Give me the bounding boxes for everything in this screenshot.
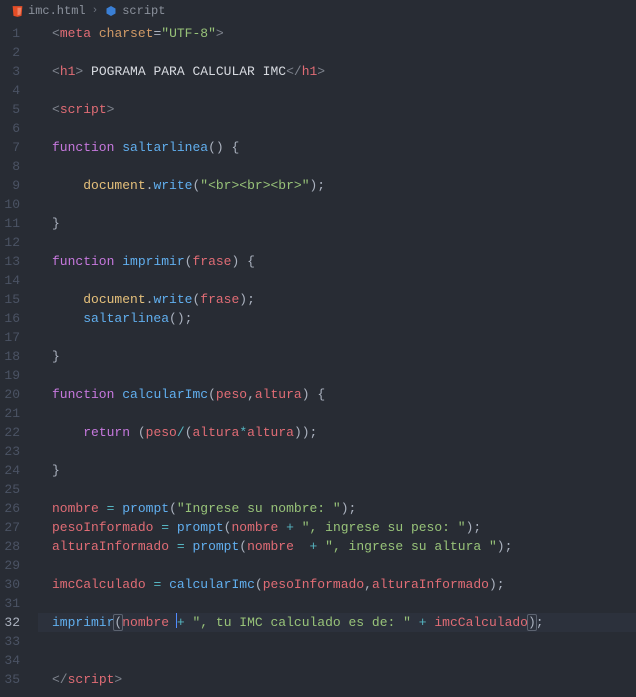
line-number: 21	[0, 404, 38, 423]
line-number: 15	[0, 290, 38, 309]
code-editor[interactable]: 1234567891011121314151617181920212223242…	[0, 22, 636, 689]
code-line[interactable]: function calcularImc(peso,altura) {	[38, 385, 636, 404]
line-number: 10	[0, 195, 38, 214]
code-line[interactable]: }	[38, 461, 636, 480]
line-number: 16	[0, 309, 38, 328]
line-number: 23	[0, 442, 38, 461]
line-number: 29	[0, 556, 38, 575]
code-line[interactable]	[38, 43, 636, 62]
breadcrumb[interactable]: imc.html › script	[0, 0, 636, 22]
line-number: 19	[0, 366, 38, 385]
code-line[interactable]: return (peso/(altura*altura));	[38, 423, 636, 442]
line-number: 25	[0, 480, 38, 499]
code-line[interactable]: <script>	[38, 100, 636, 119]
line-number: 2	[0, 43, 38, 62]
code-line[interactable]: saltarlinea();	[38, 309, 636, 328]
code-line[interactable]	[38, 271, 636, 290]
line-number: 6	[0, 119, 38, 138]
code-area[interactable]: <meta charset="UTF-8"> <h1> POGRAMA PARA…	[38, 22, 636, 689]
breadcrumb-sub[interactable]: script	[122, 4, 165, 18]
line-number: 8	[0, 157, 38, 176]
code-line[interactable]	[38, 594, 636, 613]
code-line[interactable]: nombre = prompt("Ingrese su nombre: ");	[38, 499, 636, 518]
code-line[interactable]	[38, 404, 636, 423]
line-number: 18	[0, 347, 38, 366]
code-line[interactable]	[38, 119, 636, 138]
chevron-right-icon: ›	[92, 5, 99, 17]
code-line[interactable]	[38, 366, 636, 385]
line-number: 11	[0, 214, 38, 233]
code-line[interactable]	[38, 556, 636, 575]
code-line[interactable]	[38, 328, 636, 347]
line-number: 5	[0, 100, 38, 119]
line-number: 9	[0, 176, 38, 195]
line-number: 30	[0, 575, 38, 594]
line-number: 4	[0, 81, 38, 100]
code-line[interactable]: </script>	[38, 670, 636, 689]
line-number: 28	[0, 537, 38, 556]
line-number: 14	[0, 271, 38, 290]
code-line[interactable]	[38, 632, 636, 651]
line-number: 35	[0, 670, 38, 689]
code-line[interactable]: }	[38, 214, 636, 233]
line-number: 22	[0, 423, 38, 442]
code-line[interactable]	[38, 195, 636, 214]
line-number: 13	[0, 252, 38, 271]
line-number: 24	[0, 461, 38, 480]
line-number: 1	[0, 24, 38, 43]
line-number-gutter: 1234567891011121314151617181920212223242…	[0, 22, 38, 689]
code-line[interactable]	[38, 233, 636, 252]
code-line[interactable]: <h1> POGRAMA PARA CALCULAR IMC</h1>	[38, 62, 636, 81]
code-line[interactable]	[38, 480, 636, 499]
line-number: 26	[0, 499, 38, 518]
line-number: 32	[0, 613, 38, 632]
code-line[interactable]: imcCalculado = calcularImc(pesoInformado…	[38, 575, 636, 594]
code-line[interactable]: function saltarlinea() {	[38, 138, 636, 157]
line-number: 31	[0, 594, 38, 613]
line-number: 17	[0, 328, 38, 347]
code-line[interactable]: <meta charset="UTF-8">	[38, 24, 636, 43]
code-line[interactable]: alturaInformado = prompt(nombre + ", ing…	[38, 537, 636, 556]
line-number: 27	[0, 518, 38, 537]
code-line[interactable]: }	[38, 347, 636, 366]
line-number: 7	[0, 138, 38, 157]
code-line[interactable]: pesoInformado = prompt(nombre + ", ingre…	[38, 518, 636, 537]
line-number: 20	[0, 385, 38, 404]
html5-file-icon	[10, 4, 24, 18]
line-number: 34	[0, 651, 38, 670]
code-line[interactable]: document.write("<br><br><br>");	[38, 176, 636, 195]
code-line[interactable]: function imprimir(frase) {	[38, 252, 636, 271]
code-line[interactable]	[38, 157, 636, 176]
line-number: 33	[0, 632, 38, 651]
code-line[interactable]	[38, 81, 636, 100]
line-number: 12	[0, 233, 38, 252]
breadcrumb-file[interactable]: imc.html	[28, 4, 86, 18]
code-line[interactable]	[38, 442, 636, 461]
line-number: 3	[0, 62, 38, 81]
code-line[interactable]: imprimir(nombre + ", tu IMC calculado es…	[38, 613, 636, 632]
code-line[interactable]: document.write(frase);	[38, 290, 636, 309]
code-line[interactable]	[38, 651, 636, 670]
script-cube-icon	[104, 4, 118, 18]
